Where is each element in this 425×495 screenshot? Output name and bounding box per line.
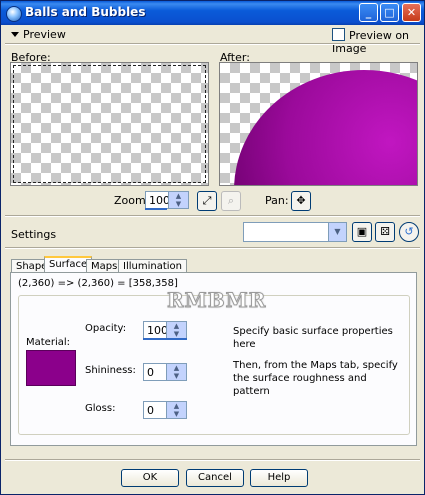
tab-maps[interactable]: Maps [86,259,123,273]
shininess-value: 0 [147,366,154,379]
gloss-value: 0 [147,404,154,417]
maximize-button[interactable]: □ [380,3,399,22]
settings-label: Settings [11,228,57,241]
opacity-input[interactable]: 100 ▲ ▼ [143,321,187,339]
material-label: Material: [26,337,70,348]
surface-description: Specify basic surface properties here [233,326,393,350]
gloss-spinner-arrows[interactable]: ▲ ▼ [166,402,186,418]
divider [5,43,420,45]
selection-marquee [13,65,206,183]
window-app-icon [6,6,22,22]
collapse-arrow-icon [11,32,19,37]
divider [5,215,420,217]
checkbox-box[interactable] [332,28,345,41]
tab-illumination[interactable]: Illumination [118,259,187,273]
zoom-value: 100 [149,194,170,207]
opacity-label: Opacity: [85,323,127,334]
reset-icon[interactable]: ↺ [399,222,419,242]
chevron-down-icon[interactable]: ▼ [328,223,346,241]
zoom-spinner-arrows[interactable]: ▲ ▼ [168,192,188,208]
cancel-button[interactable]: Cancel [186,469,244,487]
shininess-spinner-arrows[interactable]: ▲ ▼ [166,364,186,380]
zoom-icon[interactable]: ⌕ [221,191,241,211]
tab-surface[interactable]: Surface [44,256,93,273]
ball-render [234,70,417,185]
zoom-focus-underline [145,208,167,210]
before-preview[interactable] [10,62,209,186]
material-swatch[interactable] [26,350,76,386]
preview-toggle[interactable]: Preview [11,28,66,41]
divider [5,459,420,461]
help-button[interactable]: Help [250,469,308,487]
watermark: RMBMR [166,288,267,313]
randomize-icon[interactable]: ⚄ [375,222,395,242]
zoom-input[interactable]: 100 ▲ ▼ [145,191,189,209]
dialog-window: Balls and Bubbles _ □ ✕ Preview Preview … [0,0,425,495]
title-bar[interactable]: Balls and Bubbles _ □ ✕ [1,1,424,25]
maps-hint: Then, from the Maps tab, specify the sur… [233,360,398,397]
opacity-value: 100 [147,324,168,337]
preview-on-image-checkbox[interactable]: Preview on Image [332,28,424,55]
window-title: Balls and Bubbles [25,5,146,19]
minimize-button[interactable]: _ [359,3,378,22]
pan-icon[interactable]: ✥ [291,191,311,211]
pan-label: Pan: [265,194,289,207]
close-button[interactable]: ✕ [402,3,421,22]
save-preset-icon[interactable]: ▣ [352,222,372,242]
preview-toggle-label: Preview [23,28,66,41]
coordinates-readout: (2,360) => (2,360) = [358,358] [18,278,178,289]
zoom-fit-icon[interactable]: ⤢ [197,191,217,211]
shininess-label: Shininess: [85,365,136,376]
shininess-input[interactable]: 0 ▲ ▼ [143,363,187,381]
ok-button[interactable]: OK [121,469,179,487]
divider [5,247,420,249]
opacity-spinner-arrows[interactable]: ▲ ▼ [166,322,186,338]
after-preview[interactable] [219,62,418,186]
gloss-label: Gloss: [85,403,116,414]
gloss-input[interactable]: 0 ▲ ▼ [143,401,187,419]
opacity-focus-underline [143,338,187,340]
preset-dropdown[interactable]: ▼ [243,222,347,242]
